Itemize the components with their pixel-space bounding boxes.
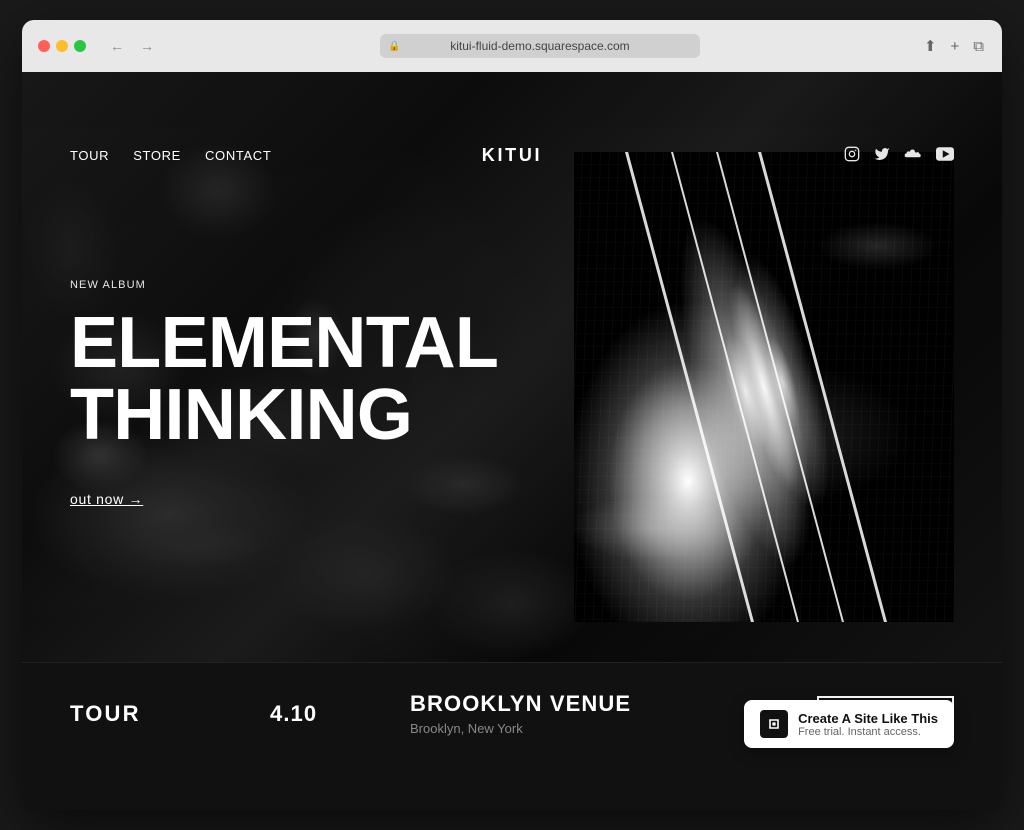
share-button[interactable]: ⬆ [922,35,939,57]
tour-section: TOUR 4.10 BROOKLYN VENUE Brooklyn, New Y… [22,662,1002,764]
url-input[interactable] [380,34,700,58]
album-art-container [574,152,954,622]
back-button[interactable]: ← [106,36,128,56]
nav-tour[interactable]: TOUR [70,148,109,163]
navigation: TOUR STORE CONTACT KITUI [22,124,1002,187]
website: TOUR STORE CONTACT KITUI [22,72,1002,810]
title-line-1: ELEMENTAL [70,303,498,383]
youtube-icon[interactable] [936,147,954,164]
twitter-icon[interactable] [874,146,890,165]
squarespace-title: Create A Site Like This [798,711,938,726]
nav-store[interactable]: STORE [133,148,181,163]
site-logo[interactable]: KITUI [482,145,543,166]
squarespace-logo [760,710,788,738]
tour-label: TOUR [70,701,270,727]
duplicate-button[interactable]: ⧉ [971,36,986,57]
title-line-2: THINKING [70,375,412,455]
browser-chrome: ← → 🔒 ⬆ + ⧉ [22,20,1002,72]
browser-actions: ⬆ + ⧉ [922,35,986,57]
address-wrapper: 🔒 [380,34,700,58]
social-links [844,146,954,165]
browser-controls: ← → [106,36,158,56]
address-bar: 🔒 [170,34,910,58]
album-lines [574,152,954,622]
squarespace-text: Create A Site Like This Free trial. Inst… [798,711,938,738]
soundcloud-icon[interactable] [904,147,922,164]
site-wrapper: TOUR STORE CONTACT KITUI [22,72,1002,810]
squarespace-banner: Create A Site Like This Free trial. Inst… [744,700,954,748]
maximize-button[interactable] [74,40,86,52]
album-artwork [574,152,954,622]
album-title: ELEMENTAL THINKING [70,307,490,451]
new-tab-button[interactable]: + [949,36,962,57]
close-button[interactable] [38,40,50,52]
traffic-lights [38,40,86,52]
squarespace-subtitle: Free trial. Instant access. [798,726,938,738]
nav-contact[interactable]: CONTACT [205,148,271,163]
instagram-icon[interactable] [844,146,860,165]
forward-button[interactable]: → [136,36,158,56]
minimize-button[interactable] [56,40,68,52]
lock-icon: 🔒 [388,41,400,52]
browser-window: ← → 🔒 ⬆ + ⧉ TOUR STORE CONTACT KI [22,20,1002,810]
nav-left: TOUR STORE CONTACT [70,148,271,163]
tour-date: 4.10 [270,701,410,727]
